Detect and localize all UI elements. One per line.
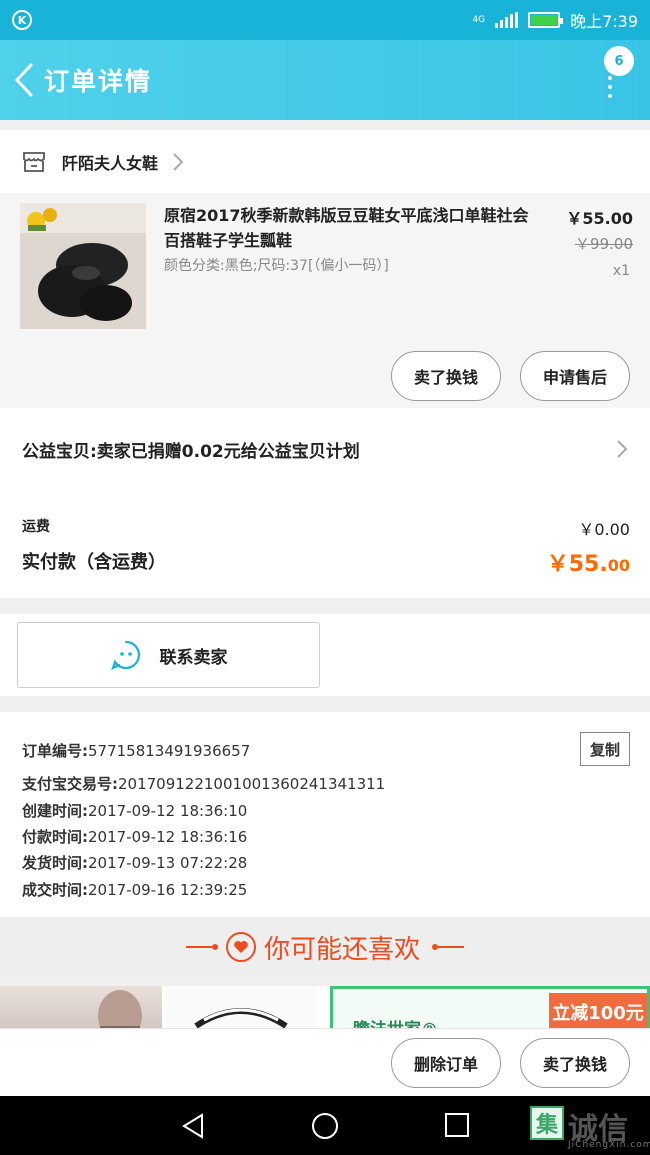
completed-time-line: 成交时间:2017-09-16 12:39:25: [22, 879, 247, 900]
shipped-time-value: 2017-09-13 07:22:28: [88, 854, 248, 872]
paid-time-value: 2017-09-12 18:36:16: [88, 828, 248, 846]
divider-line: [438, 946, 464, 948]
order-info: 订单编号:57715813491936657 复制 支付宝交易号:2017091…: [0, 712, 650, 917]
shipping-label: 运费: [22, 519, 50, 535]
bottom-action-bar: 删除订单 卖了换钱: [0, 1028, 650, 1096]
created-time-label: 创建时间:: [22, 802, 88, 820]
more-dots-icon: [608, 76, 614, 103]
header-bar: 订单详情 6: [0, 40, 650, 120]
contact-seller-label: 联系卖家: [159, 647, 228, 668]
page-title: 订单详情: [44, 67, 153, 96]
alipay-number-value: 2017091221001001360241341311: [118, 775, 386, 793]
back-icon[interactable]: [4, 40, 44, 120]
nav-back-icon[interactable]: [180, 1112, 206, 1140]
alipay-number-label: 支付宝交易号:: [22, 775, 118, 793]
nav-recents-icon[interactable]: [444, 1112, 470, 1138]
shipping-value: ￥0.00: [578, 520, 630, 539]
promo-tag: 立减100元: [549, 993, 647, 1028]
completed-time-label: 成交时间:: [22, 881, 88, 899]
paid-value-cents: 00: [607, 556, 630, 575]
shipped-time-line: 发货时间:2017-09-13 07:22:28: [22, 852, 247, 873]
recommend-product-card[interactable]: [0, 986, 162, 1028]
promo-text: 瞻法世家®: [353, 1015, 438, 1028]
store-icon: [23, 151, 45, 172]
paid-label: 实付款（含运费）: [22, 552, 166, 573]
status-right: 4G 晚上7:39: [472, 8, 638, 32]
order-item[interactable]: 原宿2017秋季新款韩版豆豆鞋女平底浅口单鞋社会百搭鞋子学生瓢鞋 颜色分类:黑色…: [0, 193, 650, 408]
paid-value: ￥55.00: [547, 546, 630, 578]
battery-icon: [528, 12, 564, 28]
charity-text: 公益宝贝:卖家已捐赠0.02元给公益宝贝计划: [22, 441, 360, 462]
recommend-product-card[interactable]: [166, 986, 316, 1028]
watermark-logo: 集 诚信 JiChengXin.com: [530, 1100, 650, 1152]
copy-button[interactable]: 复制: [580, 732, 630, 766]
recommend-product-card[interactable]: 立减100元 瞻法世家®: [330, 986, 650, 1028]
product-title[interactable]: 原宿2017秋季新款韩版豆豆鞋女平底浅口单鞋社会百搭鞋子学生瓢鞋: [164, 203, 534, 253]
message-count-badge: 6: [604, 46, 634, 76]
status-bar: K 4G 晚上7:39: [0, 0, 650, 40]
paid-value-main: ￥55.: [546, 552, 608, 577]
payment-summary: 运费 ￥0.00 实付款（含运费） ￥55.00: [0, 490, 650, 598]
order-number-line: 订单编号:57715813491936657: [22, 740, 250, 761]
system-nav-bar: 集 诚信 JiChengXin.com: [0, 1096, 650, 1155]
created-time-line: 创建时间:2017-09-12 18:36:10: [22, 800, 247, 821]
divider-dot: [211, 944, 218, 950]
delete-order-button[interactable]: 删除订单: [391, 1038, 501, 1088]
nav-home-icon[interactable]: [311, 1112, 339, 1140]
chat-face-icon: [110, 640, 140, 671]
sell-swap-bottom-button[interactable]: 卖了换钱: [520, 1038, 630, 1088]
shipped-time-label: 发货时间:: [22, 854, 88, 872]
signal-icon: [495, 12, 519, 28]
watermark-box: 集: [530, 1106, 564, 1140]
apply-after-sale-button[interactable]: 申请售后: [520, 351, 630, 401]
watermark-sub: JiChengXin.com: [568, 1140, 650, 1150]
paid-time-label: 付款时间:: [22, 828, 88, 846]
price-original: ￥99.00: [575, 235, 633, 253]
chevron-right-icon: [617, 440, 628, 458]
contact-area: 联系卖家: [0, 614, 650, 696]
recommend-header: 你可能还喜欢: [0, 918, 650, 976]
status-time: 晚上7:39: [570, 12, 638, 31]
quantity: x1: [612, 263, 630, 279]
order-number-label: 订单编号:: [22, 742, 88, 760]
order-number-value: 57715813491936657: [88, 742, 251, 760]
paid-time-line: 付款时间:2017-09-12 18:36:16: [22, 826, 247, 847]
chevron-right-icon: [173, 152, 184, 171]
sell-swap-button[interactable]: 卖了换钱: [391, 351, 501, 401]
product-sku: 颜色分类:黑色;尺码:37[（偏小一码）]: [164, 258, 389, 274]
store-row[interactable]: 阡陌夫人女鞋: [0, 130, 650, 193]
price-current: ￥55.00: [566, 209, 633, 228]
product-thumbnail[interactable]: [20, 203, 146, 329]
charity-row[interactable]: 公益宝贝:卖家已捐赠0.02元给公益宝贝计划: [0, 408, 650, 490]
created-time-value: 2017-09-12 18:36:10: [88, 802, 248, 820]
app-k-icon: K: [12, 10, 32, 30]
alipay-number-line: 支付宝交易号:2017091221001001360241341311: [22, 773, 385, 794]
completed-time-value: 2017-09-16 12:39:25: [88, 881, 248, 899]
network-type: 4G: [472, 14, 486, 25]
more-menu-button[interactable]: 6: [596, 46, 636, 106]
divider-line: [185, 946, 212, 948]
store-name: 阡陌夫人女鞋: [62, 153, 159, 173]
contact-seller-button[interactable]: 联系卖家: [17, 622, 320, 688]
recommend-products: 立减100元 瞻法世家®: [0, 986, 650, 1028]
recommend-title: 你可能还喜欢: [263, 934, 420, 965]
heart-icon: [225, 932, 256, 962]
